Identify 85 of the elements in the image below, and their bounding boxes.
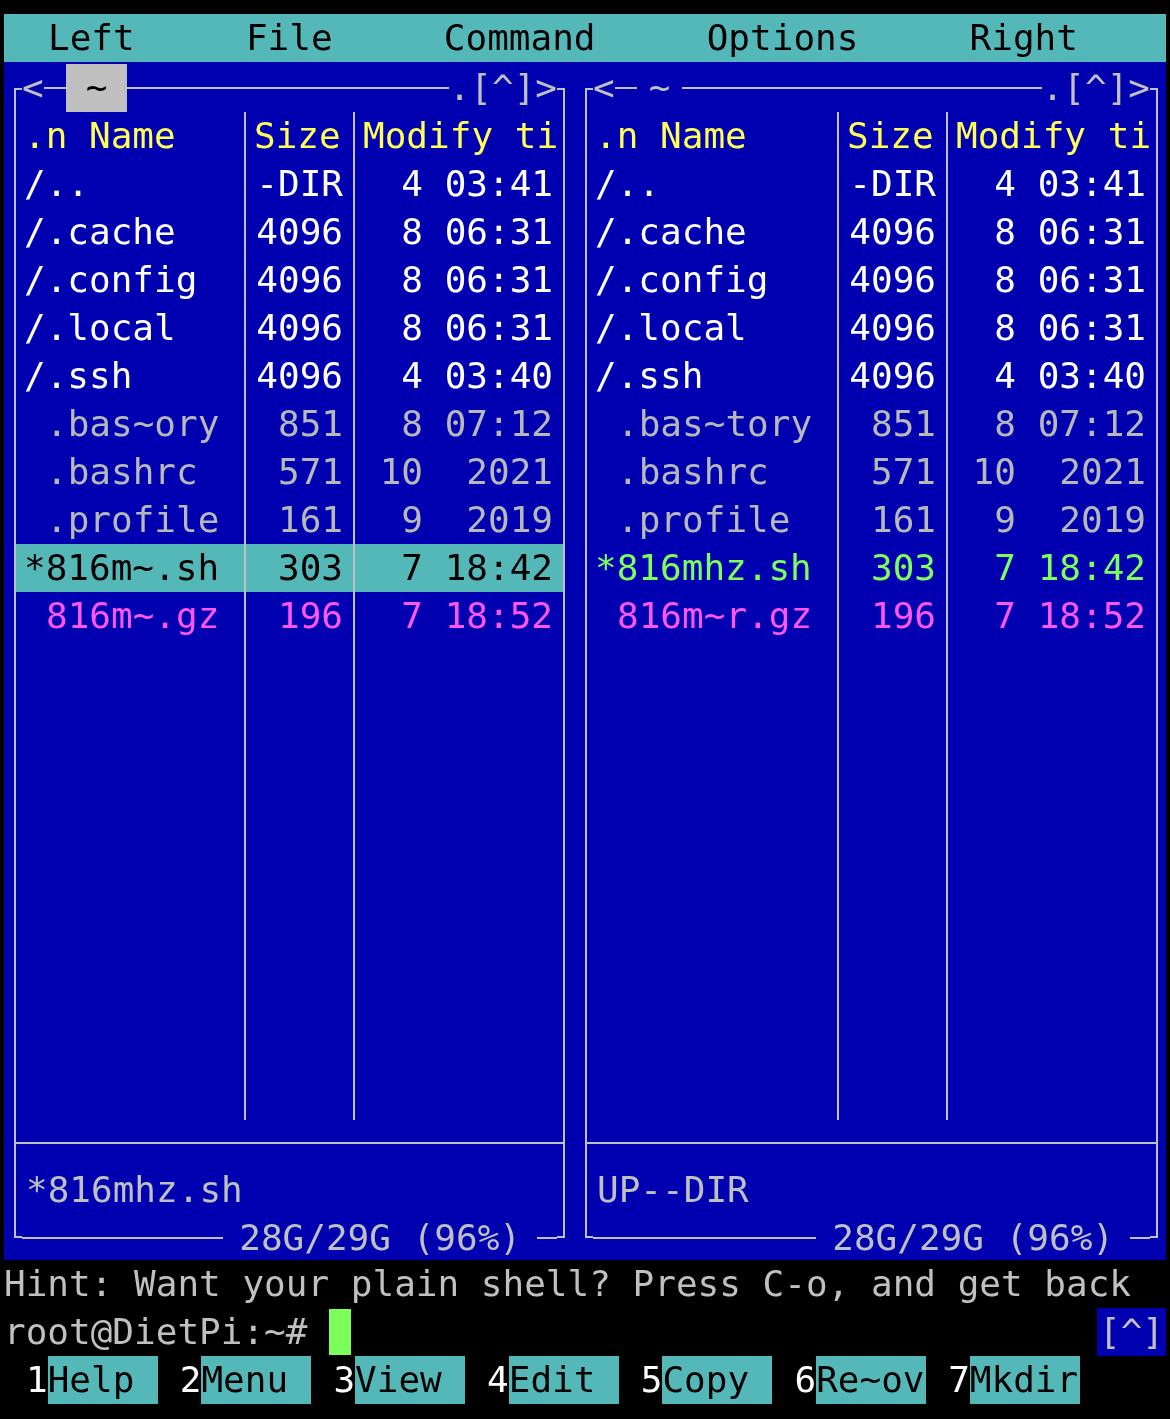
file-modified: 7 18:42 [993, 546, 1147, 590]
file-name[interactable]: /.cache [16, 208, 244, 256]
file-size: 4096 [255, 354, 344, 398]
file-size: -DIR [255, 162, 344, 206]
file-modified: 8 07:12 [993, 402, 1147, 446]
file-name[interactable]: 816m~.gz [16, 592, 244, 640]
file-size: 4096 [255, 210, 344, 254]
file-name[interactable]: 816m~r.gz [587, 592, 837, 640]
file-name[interactable]: /.cache [587, 208, 837, 256]
file-modified: 4 03:40 [400, 354, 554, 398]
column-header[interactable]: Size [839, 112, 946, 160]
file-name[interactable]: .profile [16, 496, 244, 544]
file-name[interactable]: .bas~ory [16, 400, 244, 448]
prompt-indicator[interactable]: [^] [1096, 1308, 1166, 1356]
shell-prompt: root@DietPi:~# [4, 1310, 308, 1354]
panel-controls[interactable]: .[^]> [448, 64, 557, 112]
file-modified: 7 18:52 [993, 594, 1147, 638]
menu-item[interactable]: File [245, 14, 333, 62]
mini-status: UP--DIR [596, 1168, 750, 1212]
column-header[interactable]: .n Name [16, 112, 244, 160]
column-header[interactable]: .n Name [587, 112, 837, 160]
file-size: 4096 [255, 258, 344, 302]
file-modified: 8 06:31 [400, 210, 554, 254]
file-modified: 8 06:31 [400, 258, 554, 302]
file-name[interactable]: /.ssh [587, 352, 837, 400]
file-size: 4096 [848, 210, 937, 254]
file-size: 161 [869, 498, 937, 542]
file-size: 303 [246, 544, 353, 592]
file-name[interactable]: /.config [16, 256, 244, 304]
file-size: 196 [277, 594, 344, 638]
file-name[interactable]: *816m~.sh [16, 544, 244, 592]
menu-item[interactable]: Right [969, 14, 1078, 62]
file-modified: 4 03:40 [993, 354, 1147, 398]
menu-item[interactable]: Command [443, 14, 596, 62]
file-name[interactable]: /.local [587, 304, 837, 352]
panel-path: ~ [647, 66, 672, 110]
file-modified: 8 06:31 [400, 306, 554, 350]
file-size: 4096 [255, 306, 344, 350]
text-cursor [329, 1309, 352, 1355]
panel-controls[interactable]: .[^]> [1041, 64, 1150, 112]
column-header[interactable]: Size [246, 112, 353, 160]
file-size: 4096 [848, 258, 937, 302]
file-size: -DIR [848, 162, 937, 206]
file-modified: 10 2021 [378, 450, 554, 494]
menu-item[interactable]: Options [706, 14, 859, 62]
file-name[interactable]: .bashrc [587, 448, 837, 496]
file-modified: 4 03:41 [993, 162, 1147, 206]
file-size: 161 [277, 498, 344, 542]
column-header[interactable]: Modify ti [355, 112, 563, 160]
file-modified: 8 07:12 [400, 402, 554, 446]
history-back-button[interactable]: < [22, 64, 44, 112]
file-size: 4096 [848, 354, 937, 398]
file-modified: 8 06:31 [993, 258, 1147, 302]
file-modified: 7 18:42 [355, 544, 563, 592]
file-modified: 10 2021 [971, 450, 1147, 494]
file-size: 851 [277, 402, 344, 446]
file-size: 571 [869, 450, 937, 494]
file-name[interactable]: /.. [16, 160, 244, 208]
file-name[interactable]: /.local [16, 304, 244, 352]
file-name[interactable]: .bas~tory [587, 400, 837, 448]
file-name[interactable]: /.config [587, 256, 837, 304]
hint-text: Hint: Want your plain shell? Press C-o, and get back [3, 1262, 1133, 1306]
file-modified: 7 18:52 [400, 594, 554, 638]
column-header[interactable]: Modify ti [948, 112, 1156, 160]
file-modified: 8 06:31 [993, 210, 1147, 254]
disk-usage: 28G/29G (96%) [238, 1216, 522, 1260]
file-name[interactable]: .profile [587, 496, 837, 544]
file-name[interactable]: .bashrc [16, 448, 244, 496]
file-name[interactable]: /.. [587, 160, 837, 208]
history-back-button[interactable]: < [593, 64, 615, 112]
file-modified: 9 2019 [993, 498, 1147, 542]
file-size: 196 [869, 594, 937, 638]
file-size: 4096 [848, 306, 937, 350]
file-size: 851 [869, 402, 937, 446]
mini-status: *816mhz.sh [25, 1168, 244, 1212]
file-size: 571 [277, 450, 344, 494]
file-name[interactable]: *816mhz.sh [587, 544, 837, 592]
file-name[interactable]: /.ssh [16, 352, 244, 400]
file-size: 303 [869, 546, 937, 590]
file-modified: 4 03:41 [400, 162, 554, 206]
menu-item[interactable]: Left [48, 14, 135, 62]
file-modified: 8 06:31 [993, 306, 1147, 350]
file-modified: 9 2019 [400, 498, 554, 542]
panel-path: ~ [65, 64, 128, 112]
disk-usage: 28G/29G (96%) [831, 1216, 1115, 1260]
